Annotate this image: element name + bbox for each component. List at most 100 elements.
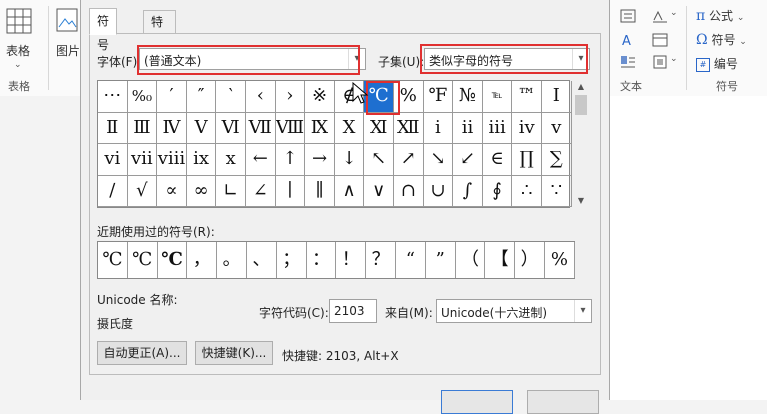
symbol-cell[interactable]: ∴ — [512, 175, 542, 207]
symbol-cell[interactable]: √ — [127, 175, 158, 207]
insert-button[interactable] — [441, 390, 513, 414]
symbol-cell[interactable]: Ⅳ — [157, 112, 187, 144]
symbol-cell[interactable]: ⅳ — [512, 112, 542, 144]
symbol-cell[interactable]: ∟ — [216, 175, 246, 207]
tab-special-chars[interactable]: 特殊字符(P) — [143, 10, 176, 117]
symbol-cell[interactable]: ⅴ — [542, 112, 572, 144]
symbol-cell[interactable]: ‵ — [216, 81, 246, 113]
cancel-button[interactable] — [527, 390, 599, 414]
symbol-cell[interactable]: ∵ — [542, 175, 572, 207]
symbol-cell[interactable]: ∨ — [364, 175, 394, 207]
symbol-cell[interactable]: ∑ — [542, 144, 572, 176]
table-icon[interactable] — [6, 8, 32, 36]
symbol-cell[interactable]: ∥ — [305, 175, 335, 207]
symbol-cell[interactable]: ∫ — [453, 175, 483, 207]
symbol-cell[interactable]: › — [275, 81, 306, 113]
chevron-down-icon[interactable]: ▾ — [574, 300, 591, 322]
table-button-label[interactable]: 表格 — [6, 42, 30, 59]
symbol-cell[interactable]: ∠ — [246, 175, 276, 207]
char-code-input[interactable]: 2103 — [329, 299, 377, 323]
symbol-cell[interactable]: ∪ — [423, 175, 454, 207]
textbox-icon[interactable] — [620, 8, 636, 24]
symbol-cell[interactable]: ↗ — [394, 144, 424, 176]
chevron-down-icon[interactable]: ⌄ — [14, 60, 22, 70]
symbol-cell[interactable]: Ⅶ — [246, 112, 276, 144]
recent-symbol-cell[interactable]: ， — [187, 242, 218, 278]
symbol-cell[interactable]: ℉ — [423, 81, 454, 113]
symbol-cell[interactable]: ∞ — [186, 175, 217, 207]
symbol-grid-scrollbar[interactable]: ▲ ▼ — [573, 80, 589, 208]
recent-symbol-cell[interactable]: 、 — [247, 242, 277, 278]
signature-line-icon[interactable] — [652, 8, 668, 24]
object-icon[interactable] — [652, 54, 668, 70]
number-button[interactable]: # 编号 — [696, 55, 738, 72]
symbol-cell[interactable]: ⅱ — [453, 112, 483, 144]
recent-symbol-cell[interactable]: ； — [277, 242, 307, 278]
recent-symbol-cell[interactable]: ” — [426, 242, 456, 278]
symbol-cell[interactable]: ↘ — [423, 144, 454, 176]
symbol-cell[interactable]: ∮ — [482, 175, 513, 207]
symbol-cell[interactable]: Ⅵ — [216, 112, 246, 144]
datetime-icon[interactable] — [652, 32, 668, 48]
symbol-cell[interactable]: ℡ — [482, 81, 513, 113]
chevron-down-icon[interactable]: ⌄ — [670, 54, 678, 64]
symbol-cell[interactable]: ⅷ — [157, 144, 187, 176]
symbol-cell[interactable]: → — [305, 144, 335, 176]
recent-symbol-cell[interactable]: ？ — [366, 242, 396, 278]
symbol-cell[interactable]: I — [542, 81, 572, 113]
recent-symbol-cell[interactable]: ℃ — [128, 242, 158, 278]
recent-symbol-cell[interactable]: （ — [456, 242, 486, 278]
symbol-cell[interactable]: ⅵ — [98, 144, 128, 176]
symbol-cell[interactable]: Ⅸ — [305, 112, 335, 144]
symbol-cell[interactable]: ↙ — [453, 144, 483, 176]
symbol-cell[interactable]: № — [453, 81, 483, 113]
recent-symbol-cell[interactable]: “ — [396, 242, 426, 278]
symbol-button[interactable]: Ω 符号 ⌄ — [696, 31, 747, 48]
symbol-cell[interactable]: ∏ — [512, 144, 542, 176]
symbol-cell[interactable]: ′ — [157, 81, 187, 113]
symbol-cell[interactable]: Ⅲ — [127, 112, 158, 144]
autocorrect-button[interactable]: 自动更正(A)... — [97, 341, 187, 365]
symbol-cell[interactable]: ∩ — [394, 175, 424, 207]
wordart-icon[interactable]: A — [620, 32, 636, 48]
symbol-cell[interactable]: ※ — [305, 81, 335, 113]
recent-symbol-cell[interactable]: 。 — [217, 242, 247, 278]
chevron-down-icon[interactable]: ⌄ — [670, 8, 678, 18]
symbol-cell[interactable]: ↓ — [334, 144, 365, 176]
symbol-cell[interactable]: ⅰ — [423, 112, 454, 144]
symbol-cell[interactable]: ⅲ — [482, 112, 513, 144]
dropcap-icon[interactable] — [620, 54, 636, 70]
symbol-cell[interactable]: Ⅱ — [98, 112, 128, 144]
symbol-cell[interactable]: ∕ — [98, 175, 128, 207]
symbol-cell[interactable]: ⋯ — [98, 81, 128, 113]
picture-icon[interactable] — [56, 8, 78, 34]
symbol-cell[interactable]: Ⅷ — [275, 112, 306, 144]
symbol-cell[interactable]: %₀ — [127, 81, 158, 113]
symbol-cell[interactable]: ← — [246, 144, 276, 176]
formula-button[interactable]: π 公式 ⌄ — [696, 7, 744, 24]
symbol-cell[interactable]: ∝ — [157, 175, 187, 207]
symbol-cell[interactable]: ⅹ — [216, 144, 246, 176]
symbol-cell[interactable]: ⅸ — [186, 144, 217, 176]
symbol-cell[interactable]: ↑ — [275, 144, 306, 176]
symbol-cell[interactable]: ↖ — [364, 144, 394, 176]
symbol-cell[interactable]: ∈ — [482, 144, 513, 176]
from-select[interactable]: Unicode(十六进制) ▾ — [436, 299, 592, 323]
recent-symbol-cell[interactable]: ） — [515, 242, 545, 278]
tab-symbols[interactable]: 符号 — [89, 8, 118, 52]
symbol-cell[interactable]: Ⅻ — [394, 112, 424, 144]
scrollbar-thumb[interactable] — [575, 95, 587, 115]
symbol-cell[interactable]: Ⅴ — [186, 112, 217, 144]
recent-symbol-cell[interactable]: ℃ — [158, 242, 188, 278]
picture-button-label[interactable]: 图片 — [56, 42, 80, 59]
symbol-cell[interactable]: Ⅺ — [364, 112, 394, 144]
recent-symbol-cell[interactable]: ！ — [336, 242, 367, 278]
symbol-cell[interactable]: ″ — [186, 81, 217, 113]
shortcut-key-button[interactable]: 快捷键(K)... — [195, 341, 273, 365]
recent-symbol-cell[interactable]: ℃ — [98, 242, 128, 278]
scroll-up-icon[interactable]: ▲ — [573, 80, 589, 94]
recent-symbol-cell[interactable]: % — [545, 242, 575, 278]
symbol-cell[interactable]: Ⅹ — [334, 112, 365, 144]
recent-symbol-cell[interactable]: ： — [307, 242, 337, 278]
scroll-down-icon[interactable]: ▼ — [573, 194, 589, 208]
